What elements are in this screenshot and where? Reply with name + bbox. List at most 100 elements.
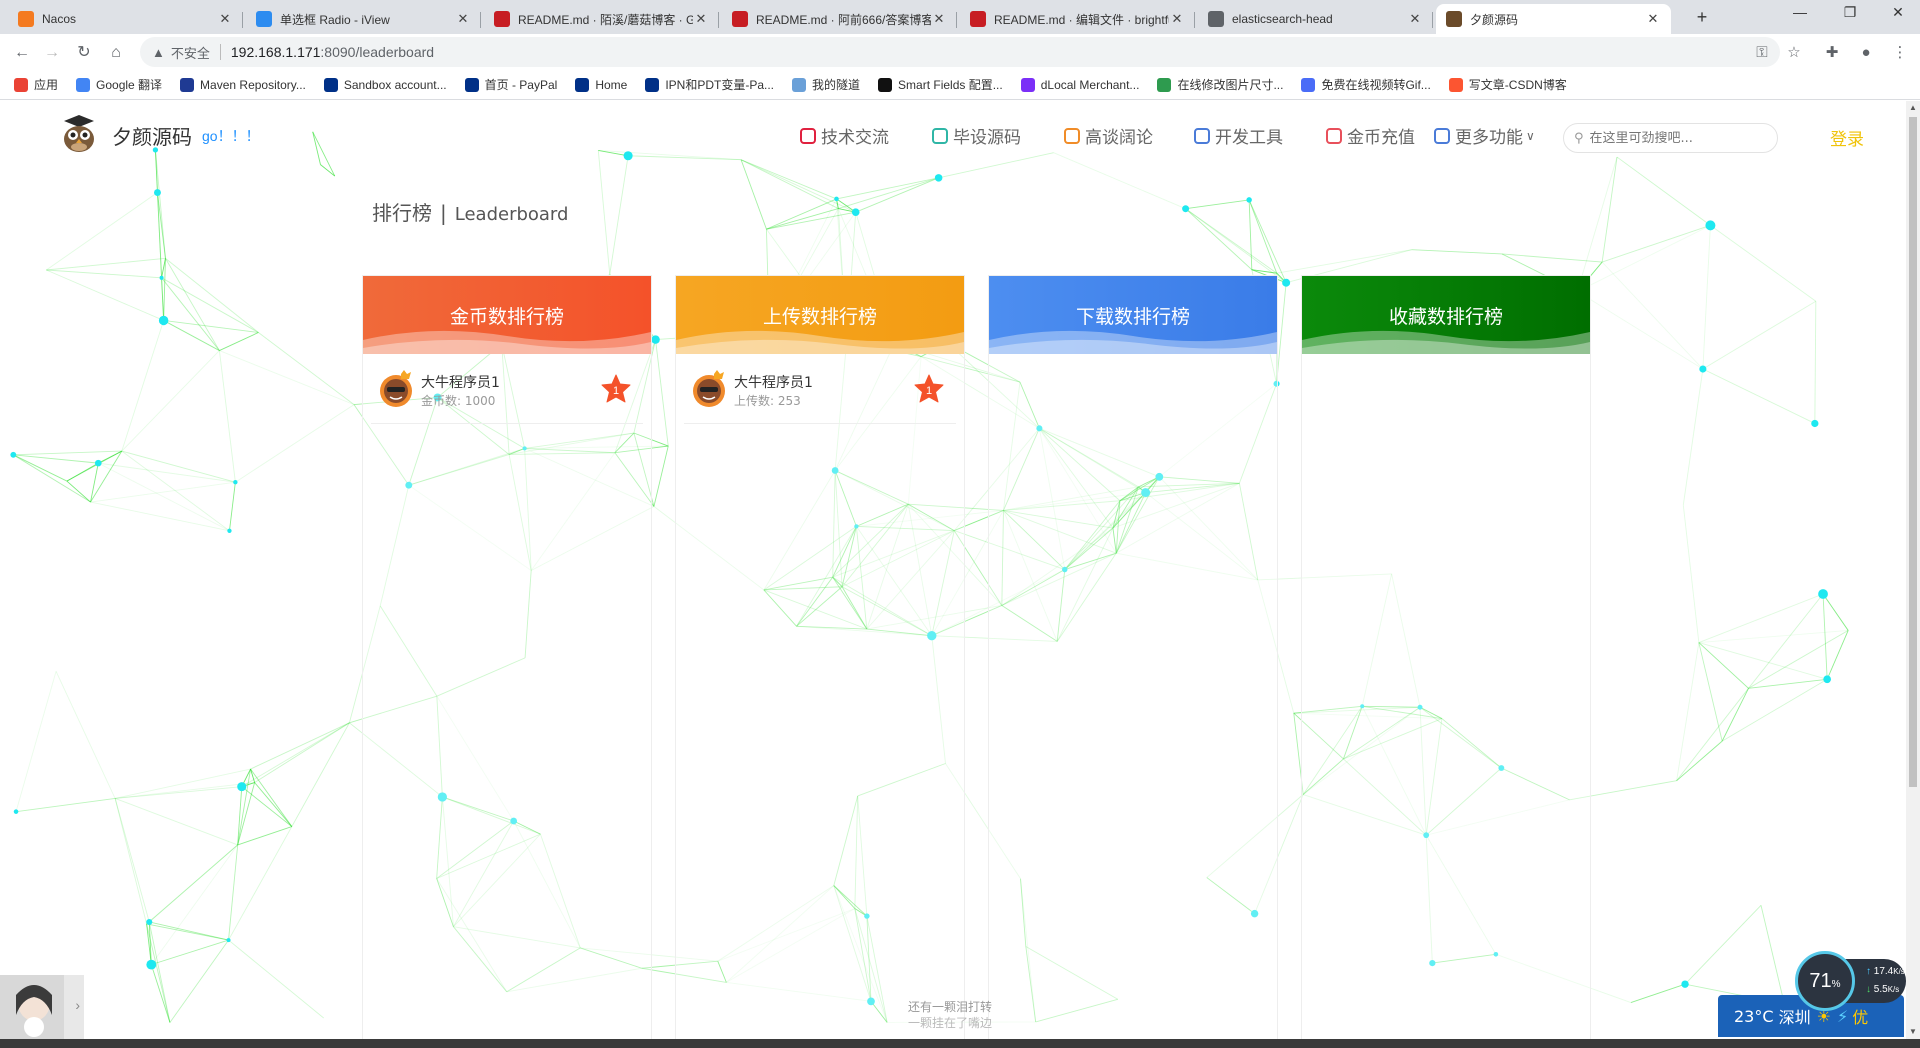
close-tab-icon[interactable]: ✕ (1169, 11, 1185, 27)
menu-icon[interactable]: ⋮ (1890, 43, 1910, 63)
search-box[interactable]: ⚲ (1563, 123, 1778, 153)
close-tab-icon[interactable]: ✕ (455, 11, 471, 27)
bookmark-item[interactable]: Sandbox account... (323, 77, 447, 92)
key-icon[interactable]: ⚿ (1752, 43, 1772, 63)
scroll-up-icon[interactable]: ▲ (1906, 101, 1920, 115)
bookmark-item[interactable]: Home (575, 77, 627, 92)
nav-item[interactable]: 技术交流 (800, 123, 889, 148)
url-input[interactable]: ▲ 不安全 192.168.1.171:8090/leaderboard (140, 37, 1780, 67)
particle-link (90, 481, 236, 503)
board-header: 金币数排行榜 (363, 276, 651, 354)
login-link[interactable]: 登录 (1830, 125, 1864, 150)
bookmark-label: Sandbox account... (343, 77, 447, 92)
bookmark-item[interactable]: Maven Repository... (180, 77, 306, 92)
particle-link (219, 350, 355, 406)
nav-item[interactable]: 更多功能 ∨ (1434, 123, 1535, 148)
close-tab-icon[interactable]: ✕ (217, 11, 233, 27)
nav-item[interactable]: 金币充值 (1326, 123, 1415, 148)
particle-link (121, 450, 236, 483)
particle-link (55, 671, 116, 799)
particle-link (15, 797, 116, 813)
bookmark-item[interactable]: Smart Fields 配置... (878, 76, 1003, 93)
bookmark-icon (76, 77, 91, 92)
particle-link (855, 177, 939, 213)
browser-tab[interactable]: README.md · 陌溪/蘑菇博客 · Gi ✕ (484, 4, 719, 34)
user-name[interactable]: 大牛程序员1 (421, 372, 500, 392)
bookmark-item[interactable]: Google 翻译 (76, 76, 162, 93)
rank-number: 1 (926, 385, 932, 397)
close-tab-icon[interactable]: ✕ (931, 11, 947, 27)
profile-icon[interactable]: ● (1856, 43, 1876, 63)
particle-link (1748, 630, 1849, 689)
particle-link (165, 258, 220, 351)
bookmark-item[interactable]: IPN和PDT变量-Pa... (645, 76, 774, 93)
bookmarks-bar: 应用 Google 翻译 Maven Repository... Sandbox ac… (0, 70, 1920, 100)
bookmark-item[interactable]: 写文章-CSDN博客 (1448, 76, 1567, 93)
particle-link (1682, 505, 1700, 643)
forward-icon[interactable]: → (42, 43, 62, 63)
particle-link (114, 797, 238, 846)
leaderboard-entry[interactable]: 大牛程序员1 金币数: 1000 1 (371, 354, 643, 424)
owl-logo-icon[interactable] (60, 113, 98, 153)
browser-tab[interactable]: 夕颜源码 ✕ (1436, 4, 1671, 34)
page-scrollbar[interactable]: ▲ ▼ (1906, 101, 1920, 1039)
nav-label: 金币充值 (1347, 128, 1415, 148)
gauge-unit: % (1831, 979, 1841, 990)
particle-link (740, 159, 856, 213)
minimize-button[interactable]: — (1780, 4, 1820, 20)
talk-icon (1064, 127, 1080, 144)
particle-dot (226, 938, 231, 943)
search-icon: ⚲ (1574, 130, 1584, 145)
particle-link (146, 923, 229, 941)
browser-tab[interactable]: README.md · 阿前666/答案博客 ✕ (722, 4, 957, 34)
bookmark-item[interactable]: 应用 (14, 76, 58, 93)
nav-item[interactable]: 高谈阔论 (1064, 123, 1153, 148)
bookmark-item[interactable]: 我的隧道 (792, 76, 860, 93)
bookmark-item[interactable]: 在线修改图片尺寸... (1157, 76, 1283, 93)
close-window-button[interactable]: ✕ (1878, 4, 1918, 21)
particle-link (1702, 225, 1711, 370)
browser-tab[interactable]: elasticsearch-head ✕ (1198, 4, 1433, 34)
page-title: 排行榜 | Leaderboard (372, 197, 568, 226)
nav-item[interactable]: 开发工具 (1194, 123, 1283, 148)
bookmark-item[interactable]: 免费在线视频转Gif... (1301, 76, 1431, 93)
user-name[interactable]: 大牛程序员1 (734, 372, 813, 392)
new-tab-button[interactable]: + (1688, 7, 1716, 29)
browser-tab[interactable]: README.md · 编辑文件 · brightfu ✕ (960, 4, 1195, 34)
particle-link (1185, 208, 1287, 284)
close-tab-icon[interactable]: ✕ (693, 11, 709, 27)
home-icon[interactable]: ⌂ (106, 43, 126, 63)
nav-item[interactable]: 毕设源码 (932, 123, 1021, 148)
leaderboard-entry[interactable]: 大牛程序员1 上传数: 253 1 (684, 354, 956, 424)
bookmark-item[interactable]: 首页 - PayPal (464, 76, 557, 93)
particle-link (163, 320, 259, 333)
expand-arrow-icon[interactable]: › (75, 997, 80, 1013)
particle-link (218, 350, 236, 483)
particle-link (1684, 905, 1762, 985)
brand-name[interactable]: 夕颜源码 (112, 121, 192, 150)
particle-link (766, 198, 837, 230)
scroll-thumb[interactable] (1909, 117, 1917, 787)
nav-label: 技术交流 (821, 128, 889, 148)
extensions-icon[interactable]: ✚ (1822, 43, 1842, 63)
particle-link (13, 450, 122, 456)
particle-link (161, 277, 220, 351)
scroll-down-icon[interactable]: ▼ (1906, 1025, 1920, 1039)
particle-link (740, 159, 837, 200)
particle-dot (227, 528, 232, 533)
leaderboard-card: 下载数排行榜 (988, 275, 1278, 1039)
star-icon[interactable]: ☆ (1784, 43, 1804, 63)
particle-link (1601, 261, 1704, 370)
browser-tab[interactable]: 单选框 Radio - iView ✕ (246, 4, 481, 34)
search-input[interactable] (1589, 130, 1760, 146)
maximize-button[interactable]: ❐ (1830, 4, 1870, 21)
close-tab-icon[interactable]: ✕ (1407, 11, 1423, 27)
close-tab-icon[interactable]: ✕ (1645, 11, 1661, 27)
url-path: :8090/leaderboard (320, 44, 435, 60)
back-icon[interactable]: ← (12, 43, 32, 63)
reload-icon[interactable]: ↻ (74, 43, 94, 63)
music-player-avatar[interactable]: › (0, 975, 84, 1039)
bookmark-item[interactable]: dLocal Merchant... (1020, 77, 1139, 92)
memory-gauge[interactable]: 71% (1795, 951, 1855, 1011)
browser-tab[interactable]: Nacos ✕ (8, 4, 243, 34)
